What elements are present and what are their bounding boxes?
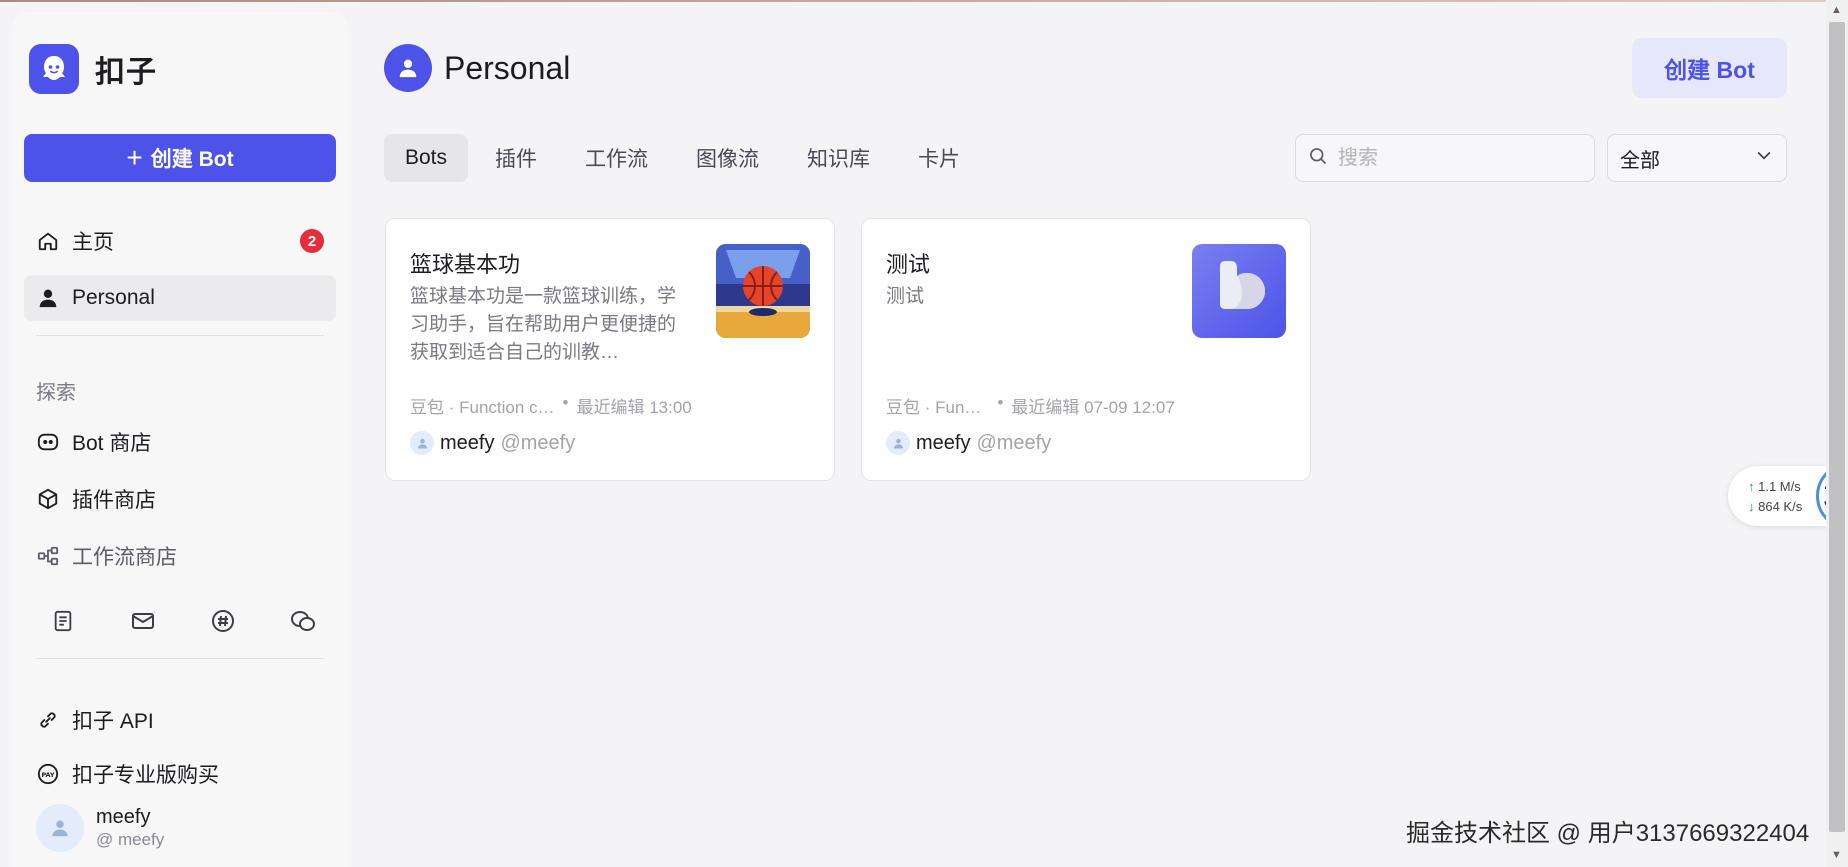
bot-title: 篮球基本功 [410, 252, 521, 277]
bot-model: 豆包 · Fun… [886, 398, 982, 417]
sidebar-divider [36, 658, 324, 659]
arrow-up-icon: ↑ [1748, 479, 1755, 494]
workflow-icon [36, 544, 60, 568]
sidebar-item-label: 主页 [72, 231, 114, 254]
home-icon [36, 229, 60, 253]
sidebar: 扣子 + 创建 Bot 主页 2 Personal 探索 Bot 商店 插件商店 [12, 12, 348, 867]
download-speed: 864 K/s [1758, 499, 1803, 514]
owner-avatar [886, 431, 910, 455]
bot-meta: 豆包 · Fun… • 最近编辑 07-09 12:07 [886, 393, 1175, 418]
owner-name: meefy [440, 431, 495, 454]
bot-owner: meefy @meefy [886, 431, 1051, 455]
window-top-edge [0, 0, 1848, 2]
watermark: 掘金技术社区 @ 用户3137669322404 [1406, 820, 1810, 847]
owner-handle: @meefy [976, 431, 1052, 454]
user-name: meefy [96, 806, 151, 828]
page-title: Personal [444, 49, 571, 86]
create-bot-label: 创建 Bot [150, 148, 234, 171]
bot-edited: 最近编辑 07-09 12:07 [1011, 398, 1175, 417]
sidebar-item-label: 扣子专业版购买 [72, 764, 219, 787]
sidebar-item-api[interactable]: 扣子 API [24, 697, 336, 743]
sidebar-item-label: 扣子 API [72, 710, 154, 733]
bot-meta: 豆包 · Function c… • 最近编辑 13:00 [410, 393, 692, 418]
network-widget-number: 3 [1816, 462, 1826, 530]
scrollbar-thumb[interactable] [1829, 22, 1845, 832]
document-icon[interactable] [48, 606, 78, 636]
mail-icon[interactable] [128, 606, 158, 636]
sidebar-item-bot-store[interactable]: Bot 商店 [24, 419, 336, 465]
tab-image-flows[interactable]: 图像流 [675, 134, 780, 182]
tab-bots[interactable]: Bots [384, 134, 469, 182]
sidebar-item-workflow-store[interactable]: 工作流商店 [24, 533, 336, 579]
notification-badge: 2 [300, 229, 324, 253]
owner-name: meefy [916, 431, 971, 454]
person-icon [384, 44, 432, 92]
bot-title: 测试 [886, 252, 931, 277]
sidebar-item-personal[interactable]: Personal [24, 275, 336, 321]
tab-plugins[interactable]: 插件 [474, 134, 558, 182]
meta-separator: • [997, 393, 1004, 412]
hashtag-icon[interactable] [208, 606, 238, 636]
chevron-down-icon [1754, 145, 1774, 171]
create-bot-button-top[interactable]: 创建 Bot [1632, 38, 1787, 98]
sidebar-item-home[interactable]: 主页 2 [24, 218, 336, 264]
meta-separator: • [562, 393, 569, 412]
pay-icon: PAY [36, 762, 60, 786]
arrow-down-icon: ↓ [1748, 499, 1755, 514]
link-icon [36, 708, 60, 732]
brand-name: 扣子 [95, 56, 157, 89]
tab-bar: Bots 插件 工作流 图像流 知识库 卡片 [384, 134, 987, 182]
quick-links [48, 606, 318, 636]
sidebar-item-label: Personal [72, 286, 155, 309]
create-bot-button[interactable]: + 创建 Bot [24, 134, 336, 182]
brand[interactable]: 扣子 [29, 44, 157, 94]
sidebar-item-pro-purchase[interactable]: PAY 扣子专业版购买 [24, 751, 336, 797]
bot-owner: meefy @meefy [410, 431, 575, 455]
wechat-icon[interactable] [288, 606, 318, 636]
plus-icon: + [126, 142, 143, 173]
bot-default-icon [1192, 244, 1286, 338]
scroll-up-arrow-icon[interactable]: ▲ [1831, 4, 1842, 16]
tab-knowledge[interactable]: 知识库 [786, 134, 891, 182]
filter-select[interactable]: 全部 [1607, 134, 1787, 182]
search-icon [1308, 146, 1328, 171]
bot-edited: 最近编辑 13:00 [576, 398, 692, 417]
scrollbar[interactable]: ▲ ▼ [1826, 0, 1848, 867]
svg-text:PAY: PAY [41, 771, 54, 779]
sidebar-item-label: 插件商店 [72, 489, 156, 512]
scroll-down-arrow-icon[interactable]: ▼ [1831, 849, 1842, 861]
explore-section-label: 探索 [36, 382, 76, 404]
network-speed-widget[interactable]: ↑ 1.1 M/s ↓ 864 K/s [1728, 466, 1826, 526]
bot-card[interactable]: 篮球基本功 篮球基本功是一款篮球训练，学习助手，旨在帮助用户更便捷的获取到适合自… [385, 218, 835, 481]
avatar [36, 804, 84, 852]
tab-workflows[interactable]: 工作流 [564, 134, 669, 182]
coze-logo-icon [29, 44, 79, 94]
person-icon [36, 286, 60, 310]
sidebar-item-plugin-store[interactable]: 插件商店 [24, 476, 336, 522]
network-widget-ball[interactable]: 3 [1816, 462, 1826, 530]
bot-icon [36, 430, 60, 454]
bot-card[interactable]: 测试 测试 豆包 · Fun… • 最近编辑 07-09 12:07 meefy… [861, 218, 1311, 481]
bot-model: 豆包 · Function c… [410, 398, 555, 417]
search-input[interactable] [1338, 146, 1578, 170]
sidebar-divider [36, 335, 324, 336]
cube-icon [36, 487, 60, 511]
filter-selected-value: 全部 [1620, 149, 1660, 172]
search-box [1295, 134, 1595, 182]
bot-description: 篮球基本功是一款篮球训练，学习助手，旨在帮助用户更便捷的获取到适合自己的训教… [410, 286, 677, 363]
user-profile[interactable]: meefy @ meefy [36, 804, 164, 852]
basketball-thumbnail [716, 244, 810, 338]
user-handle: @ meefy [96, 830, 165, 849]
page-header: Personal [384, 44, 570, 92]
owner-handle: @meefy [500, 431, 576, 454]
sidebar-item-label: Bot 商店 [72, 432, 152, 455]
bot-description: 测试 [886, 286, 925, 307]
owner-avatar [410, 431, 434, 455]
tab-cards[interactable]: 卡片 [897, 134, 981, 182]
upload-speed: 1.1 M/s [1758, 479, 1801, 494]
sidebar-item-label: 工作流商店 [72, 546, 177, 569]
